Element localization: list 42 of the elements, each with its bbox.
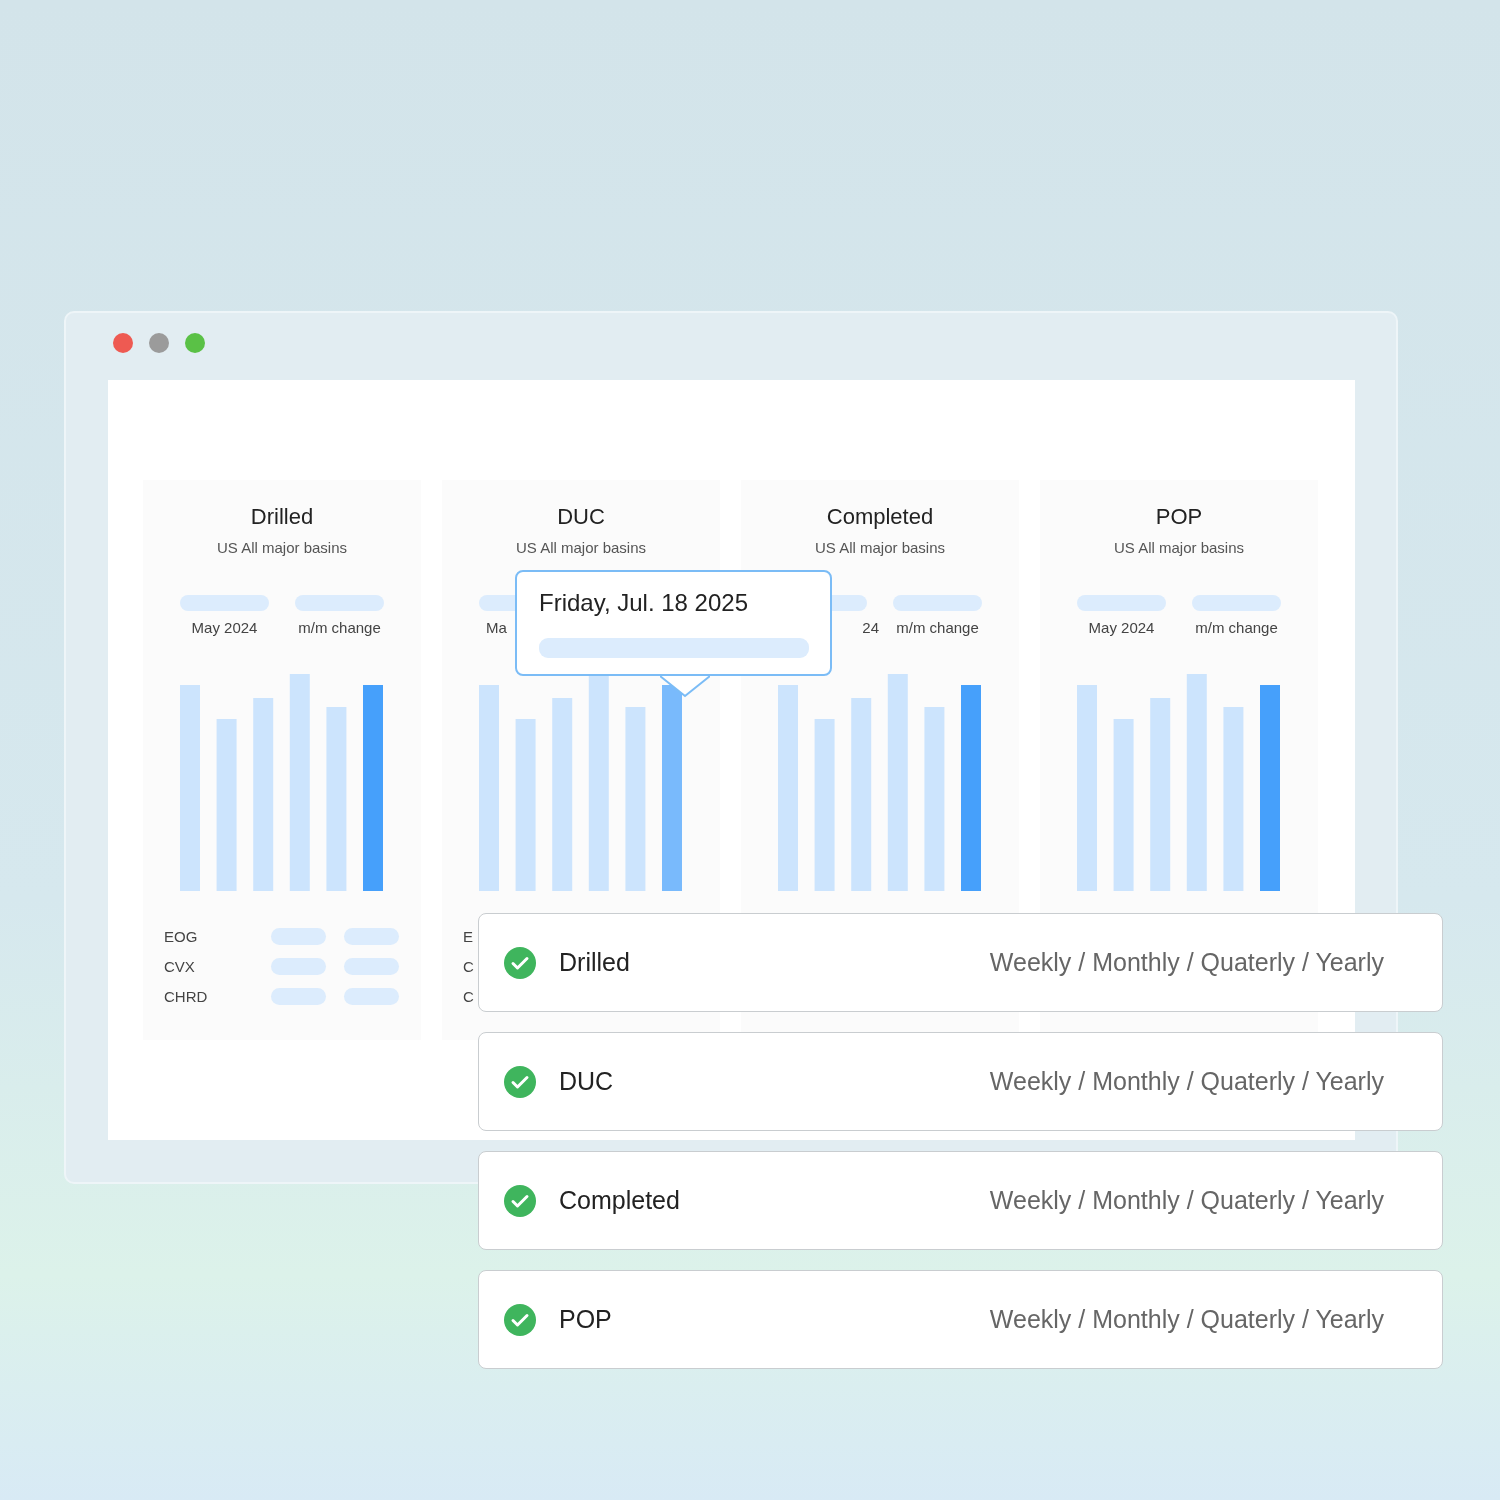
stat-label: May 2024 (1087, 619, 1156, 637)
stat-label: m/m change (895, 619, 980, 637)
company-label: EOG (164, 927, 199, 945)
card-title: Completed (826, 503, 934, 531)
skeleton-bar (271, 927, 326, 945)
card-subtitle: US All major basins (515, 538, 647, 558)
period-options: Weekly / Monthly / Quaterly / Yearly (989, 1186, 1384, 1215)
card-subtitle: US All major basins (1113, 538, 1245, 558)
skeleton-bar (271, 957, 326, 975)
company-label: CHRD (164, 987, 209, 1005)
close-button[interactable] (113, 333, 133, 353)
metric-label: Drilled (559, 948, 631, 977)
period-options: Weekly / Monthly / Quaterly / Yearly (989, 948, 1384, 977)
skeleton-bar (271, 987, 326, 1005)
skeleton-bar (344, 927, 399, 945)
metric-label: DUC (559, 1067, 615, 1096)
period-options: Weekly / Monthly / Quaterly / Yearly (989, 1067, 1384, 1096)
company-label: E (463, 927, 474, 945)
metric-label: Completed (559, 1186, 681, 1215)
metric-row[interactable]: Drilled Weekly / Monthly / Quaterly / Yearly (478, 913, 1443, 1012)
company-label: CVX (164, 957, 196, 975)
stat-label: Ma (485, 619, 508, 637)
skeleton-bar (344, 987, 399, 1005)
company-label: C (463, 987, 475, 1005)
tooltip-date: Friday, Jul. 18 2025 (539, 588, 748, 618)
metric-row[interactable]: Completed Weekly / Monthly / Quaterly / Yearly (478, 1151, 1443, 1250)
metric-label: POP (559, 1305, 613, 1334)
skeleton-bar (344, 957, 399, 975)
card-subtitle: US All major basins (216, 538, 348, 558)
period-options: Weekly / Monthly / Quaterly / Yearly (989, 1305, 1384, 1334)
minimize-button[interactable] (149, 333, 169, 353)
stat-label: 24 (861, 619, 879, 637)
metric-row[interactable]: POP Weekly / Monthly / Quaterly / Yearly (478, 1270, 1443, 1369)
card-title: Drilled (250, 503, 314, 531)
maximize-button[interactable] (185, 333, 205, 353)
card-title: DUC (557, 503, 605, 531)
stat-label: May 2024 (190, 619, 259, 637)
card-title: POP (1155, 503, 1203, 531)
card-subtitle: US All major basins (814, 538, 946, 558)
stat-label: m/m change (297, 619, 382, 637)
stat-label: m/m change (1194, 619, 1279, 637)
metric-row[interactable]: DUC Weekly / Monthly / Quaterly / Yearly (478, 1032, 1443, 1131)
